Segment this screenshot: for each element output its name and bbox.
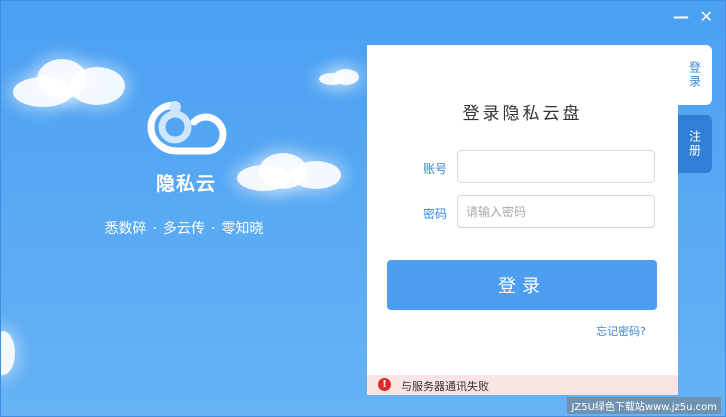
tab-register[interactable]: 注册 [678,115,712,173]
close-button[interactable]: ✕ [700,9,713,25]
status-bar: ! 与服务器通讯失败 [367,375,678,395]
slogan-part: 多云传 [163,221,205,237]
minimize-button[interactable]: — [673,9,689,25]
slogan-separator: · [211,221,216,237]
login-panel: 登录隐私云盘 账号 密码 登录 忘记密码? ! 与服务器通讯失败 [367,45,678,395]
slogan-part: 悉数碎 [104,221,147,237]
forgot-password-link[interactable]: 忘记密码? [596,323,646,339]
slogan-part: 零知晓 [221,221,264,237]
password-input[interactable] [457,195,655,228]
brand-logo-icon [147,101,227,155]
account-input[interactable] [457,150,655,183]
password-label: 密码 [423,207,448,221]
cloud-decoration [237,151,347,196]
account-label: 账号 [423,162,448,176]
brand-name: 隐私云 [155,173,216,195]
slogan: 悉数碎 · 多云传 · 零知晓 [89,218,279,238]
cloud-decoration [13,53,133,113]
app-window: — ✕ 隐私云 悉数碎 · 多云传 · 零知晓 登录隐私云盘 账号 密码 登录 忘记密码… [0,0,726,417]
tab-login[interactable]: 登录 [678,45,712,105]
cloud-decoration [319,67,363,89]
watermark: JZ5U绿色下载站www.jz5u.com [567,397,721,414]
login-button[interactable]: 登录 [387,260,657,310]
cloud-decoration [1,321,21,381]
login-title: 登录隐私云盘 [462,104,583,124]
slogan-separator: · [152,221,157,237]
error-icon: ! [378,378,391,391]
status-message: 与服务器通讯失败 [401,380,489,393]
